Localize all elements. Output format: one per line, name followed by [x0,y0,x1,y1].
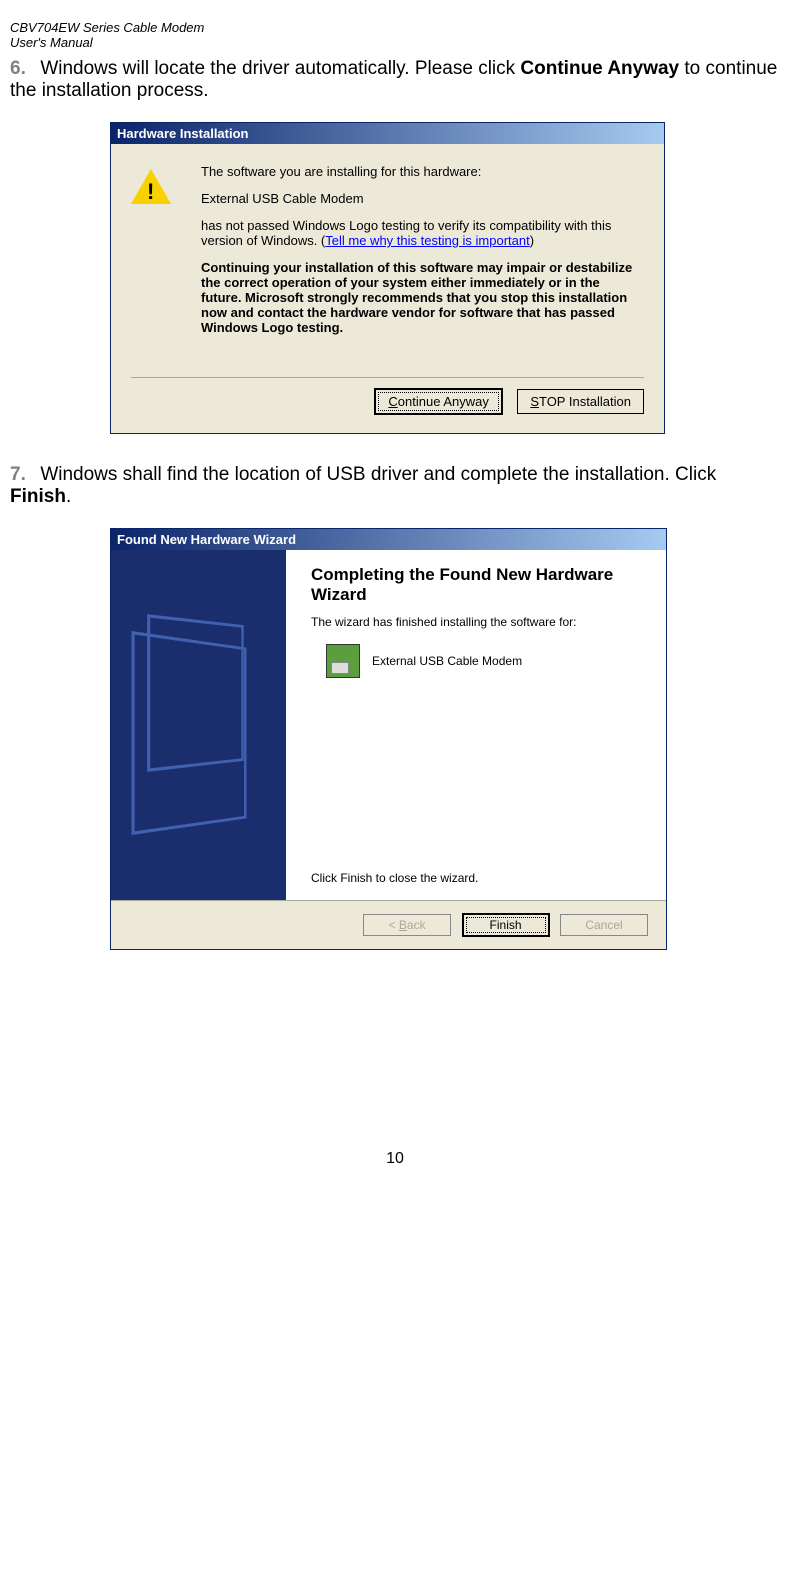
device-row: External USB Cable Modem [311,644,641,678]
dialog-found-new-hardware-container: Found New Hardware Wizard Completing the… [110,528,780,950]
dialog1-warning-text: Continuing your installation of this sof… [201,260,639,335]
step-6: 6. Windows will locate the driver automa… [10,58,780,434]
dialog2-sidebar [111,550,286,900]
step-7-bold: Finish [10,486,66,507]
step-7-text-part1: Windows shall find the location of USB d… [40,464,716,485]
continue-rest: ontinue Anyway [398,394,489,409]
back-rest: ack [407,918,426,932]
step-7-text-part2: . [66,486,71,507]
finish-button[interactable]: Finish [462,913,550,937]
step-7: 7. Windows shall find the location of US… [10,464,780,950]
stop-s: S [530,394,539,409]
hardware-icon [326,644,360,678]
stop-installation-button[interactable]: STOP Installation [517,389,644,414]
dialog1-body: ! The software you are installing for th… [111,144,664,367]
step-7-text: Windows shall find the location of USB d… [10,464,716,507]
dialog2-subtitle: The wizard has finished installing the s… [311,615,641,629]
back-b: B [399,918,407,932]
warning-icon: ! [131,169,171,209]
dialog1-separator [131,377,644,378]
back-prefix: < [389,918,399,932]
dialog2-buttons: < Back Finish Cancel [111,900,666,949]
dialog2-body: Completing the Found New Hardware Wizard… [111,550,666,900]
dialog-hardware-installation: Hardware Installation ! The software you… [110,122,665,434]
dialog1-testing-link[interactable]: Tell me why this testing is important [325,233,529,248]
dialog1-line3b: ) [530,233,534,248]
step-6-bold: Continue Anyway [520,58,679,79]
device-name: External USB Cable Modem [372,654,522,668]
dialog2-titlebar: Found New Hardware Wizard [111,529,666,550]
step-6-text-part1: Windows will locate the driver automatic… [40,58,520,79]
continue-anyway-button[interactable]: Continue Anyway [374,388,502,415]
header-manual: User's Manual [10,35,780,50]
dialog1-line3: has not passed Windows Logo testing to v… [201,218,639,248]
step-7-number: 7. [10,464,26,485]
step-6-text: Windows will locate the driver automatic… [10,58,777,101]
step-6-number: 6. [10,58,26,79]
dialog1-text: The software you are installing for this… [201,164,639,347]
dialog2-heading: Completing the Found New Hardware Wizard [311,565,641,605]
continue-c: C [388,394,397,409]
finish-instruction: Click Finish to close the wizard. [311,871,478,885]
stop-rest: TOP Installation [539,394,631,409]
dialog2-content: Completing the Found New Hardware Wizard… [286,550,666,900]
header-product: CBV704EW Series Cable Modem [10,20,780,35]
dialog1-line1: The software you are installing for this… [201,164,639,179]
dialog1-buttons: Continue Anyway STOP Installation [111,388,664,433]
dialog1-line2: External USB Cable Modem [201,191,639,206]
dialog1-titlebar: Hardware Installation [111,123,664,144]
dialog-found-new-hardware: Found New Hardware Wizard Completing the… [110,528,667,950]
back-button[interactable]: < Back [363,914,451,936]
cancel-button[interactable]: Cancel [560,914,648,936]
page-number: 10 [10,1150,780,1168]
dialog-hardware-installation-container: Hardware Installation ! The software you… [110,122,780,434]
